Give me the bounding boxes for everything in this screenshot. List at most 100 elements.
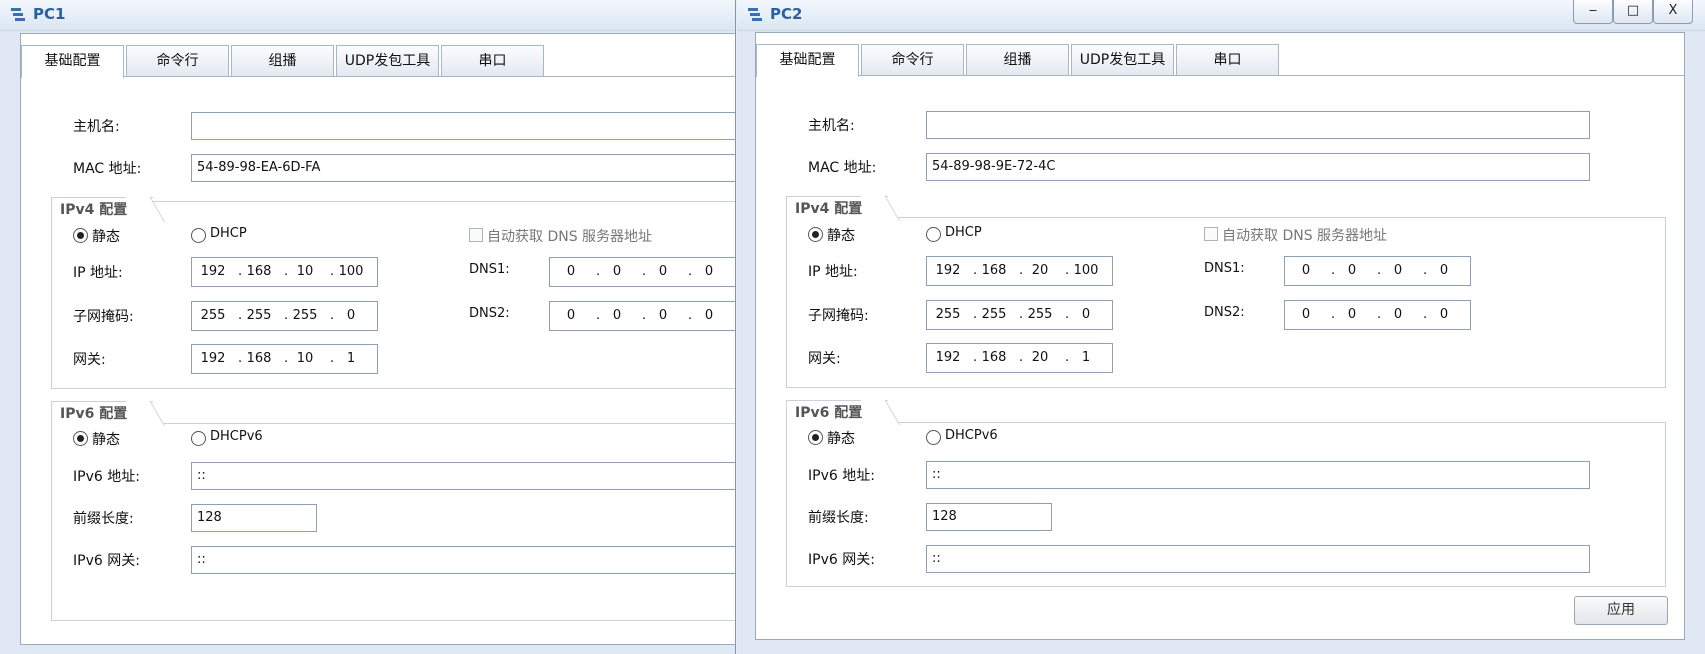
- pc2-titlebar[interactable]: PC2 ‒ □ X: [737, 0, 1705, 31]
- octet: 0: [658, 264, 668, 279]
- ipv6-group: [51, 423, 735, 621]
- pc1-window: PC1 基础配置 命令行 组播 UDP发包工具 串口 主机名: MAC 地址: …: [0, 0, 736, 654]
- octet: 168: [981, 263, 1007, 278]
- ipv6-group-title: IPv6 配置: [786, 400, 889, 424]
- hostname-input[interactable]: [191, 112, 735, 140]
- gateway-input[interactable]: 192 . 168 . 10 . 1: [191, 344, 378, 374]
- ipv6-address-input[interactable]: ::: [926, 461, 1590, 489]
- close-button[interactable]: X: [1653, 0, 1693, 24]
- octet: 0: [566, 308, 576, 323]
- auto-dns-checkbox[interactable]: [1204, 227, 1218, 241]
- static-label: 静态: [827, 228, 855, 244]
- pc-network-icon: [748, 8, 762, 21]
- octet: 0: [1347, 263, 1357, 278]
- ipv4-group-title: IPv4 配置: [786, 196, 889, 220]
- prefix-length-input[interactable]: 128: [926, 503, 1052, 531]
- dns2-label: DNS2:: [1204, 305, 1245, 320]
- dns1-input[interactable]: 0 . 0 . 0 . 0: [1284, 256, 1471, 286]
- ipv4-group-title: IPv4 配置: [51, 197, 154, 221]
- octet: 100: [338, 264, 364, 279]
- radio-selected-icon[interactable]: [808, 227, 823, 242]
- subnet-mask-input[interactable]: 255 . 255 . 255 . 0: [191, 301, 378, 331]
- mac-label: MAC 地址:: [808, 160, 877, 176]
- static-label: 静态: [827, 431, 855, 447]
- mac-label: MAC 地址:: [73, 161, 142, 177]
- ipv6-address-input[interactable]: ::: [191, 462, 735, 490]
- tab-basic-config[interactable]: 基础配置: [21, 45, 124, 78]
- octet: 168: [246, 264, 272, 279]
- mask-label: 子网掩码:: [808, 308, 869, 324]
- tab-udp-tool[interactable]: UDP发包工具: [336, 45, 439, 76]
- ip-label: IP 地址:: [73, 265, 123, 281]
- octet: 10: [296, 264, 314, 279]
- radio-selected-icon[interactable]: [73, 228, 88, 243]
- octet: 1: [346, 351, 356, 366]
- radio-unselected-icon[interactable]: [926, 430, 941, 445]
- octet: 0: [1393, 307, 1403, 322]
- subnet-mask-input[interactable]: 255 . 255 . 255 . 0: [926, 300, 1113, 330]
- octet: 255: [935, 307, 961, 322]
- prefix-length-label: 前缀长度:: [73, 511, 134, 527]
- prefix-length-label: 前缀长度:: [808, 510, 869, 526]
- minimize-button[interactable]: ‒: [1573, 0, 1613, 24]
- octet: 0: [566, 264, 576, 279]
- config-panel: 基础配置 命令行 组播 UDP发包工具 串口 主机名: MAC 地址: 54-8…: [20, 33, 735, 645]
- window-title: PC2: [770, 5, 803, 23]
- octet: 0: [1301, 263, 1311, 278]
- octet: 0: [612, 308, 622, 323]
- radio-unselected-icon[interactable]: [926, 227, 941, 242]
- tab-command-line[interactable]: 命令行: [861, 44, 964, 75]
- ip-address-input[interactable]: 192 . 168 . 10 . 100: [191, 257, 378, 287]
- ipv6-gateway-input[interactable]: ::: [926, 545, 1590, 573]
- octet: 255: [246, 308, 272, 323]
- auto-dns-checkbox[interactable]: [469, 228, 483, 242]
- octet: 168: [981, 350, 1007, 365]
- octet: 20: [1031, 350, 1049, 365]
- tab-command-line[interactable]: 命令行: [126, 45, 229, 76]
- octet: 255: [292, 308, 318, 323]
- gateway-input[interactable]: 192 . 168 . 20 . 1: [926, 343, 1113, 373]
- hostname-input[interactable]: [926, 111, 1590, 139]
- octet: 0: [1301, 307, 1311, 322]
- dns1-input[interactable]: 0 . 0 . 0 . 0: [549, 257, 735, 287]
- mac-field: 54-89-98-EA-6D-FA: [191, 154, 735, 182]
- tab-multicast[interactable]: 组播: [231, 45, 334, 76]
- octet: 0: [1439, 307, 1449, 322]
- hostname-label: 主机名:: [73, 119, 120, 135]
- tab-udp-tool[interactable]: UDP发包工具: [1071, 44, 1174, 75]
- pc-network-icon: [11, 8, 25, 21]
- tab-serial[interactable]: 串口: [441, 45, 544, 76]
- dhcpv6-label: DHCPv6: [945, 428, 998, 443]
- tab-bar: 基础配置 命令行 组播 UDP发包工具 串口: [756, 44, 1684, 77]
- radio-unselected-icon[interactable]: [191, 431, 206, 446]
- radio-selected-icon[interactable]: [808, 430, 823, 445]
- config-panel: 基础配置 命令行 组播 UDP发包工具 串口 主机名: MAC 地址: 54-8…: [755, 32, 1685, 640]
- dns2-input[interactable]: 0 . 0 . 0 . 0: [549, 301, 735, 331]
- prefix-length-input[interactable]: 128: [191, 504, 317, 532]
- dns1-label: DNS1:: [1204, 261, 1245, 276]
- octet: 1: [1081, 350, 1091, 365]
- octet: 0: [612, 264, 622, 279]
- ipv6-address-label: IPv6 地址:: [808, 468, 875, 484]
- octet: 0: [704, 308, 714, 323]
- octet: 0: [704, 264, 714, 279]
- radio-selected-icon[interactable]: [73, 431, 88, 446]
- mac-field: 54-89-98-9E-72-4C: [926, 153, 1590, 181]
- apply-button[interactable]: 应用: [1574, 596, 1668, 625]
- ipv6-gateway-label: IPv6 网关:: [73, 553, 140, 569]
- ip-address-input[interactable]: 192 . 168 . 20 . 100: [926, 256, 1113, 286]
- ip-label: IP 地址:: [808, 264, 858, 280]
- octet: 255: [200, 308, 226, 323]
- pc1-titlebar[interactable]: PC1: [0, 0, 735, 31]
- dns2-input[interactable]: 0 . 0 . 0 . 0: [1284, 300, 1471, 330]
- maximize-button[interactable]: □: [1613, 0, 1653, 24]
- tab-multicast[interactable]: 组播: [966, 44, 1069, 75]
- octet: 255: [981, 307, 1007, 322]
- dhcp-label: DHCP: [945, 225, 982, 240]
- octet: 168: [246, 351, 272, 366]
- radio-unselected-icon[interactable]: [191, 228, 206, 243]
- ipv6-gateway-input[interactable]: ::: [191, 546, 735, 574]
- tab-basic-config[interactable]: 基础配置: [756, 44, 859, 77]
- octet: 0: [658, 308, 668, 323]
- tab-serial[interactable]: 串口: [1176, 44, 1279, 75]
